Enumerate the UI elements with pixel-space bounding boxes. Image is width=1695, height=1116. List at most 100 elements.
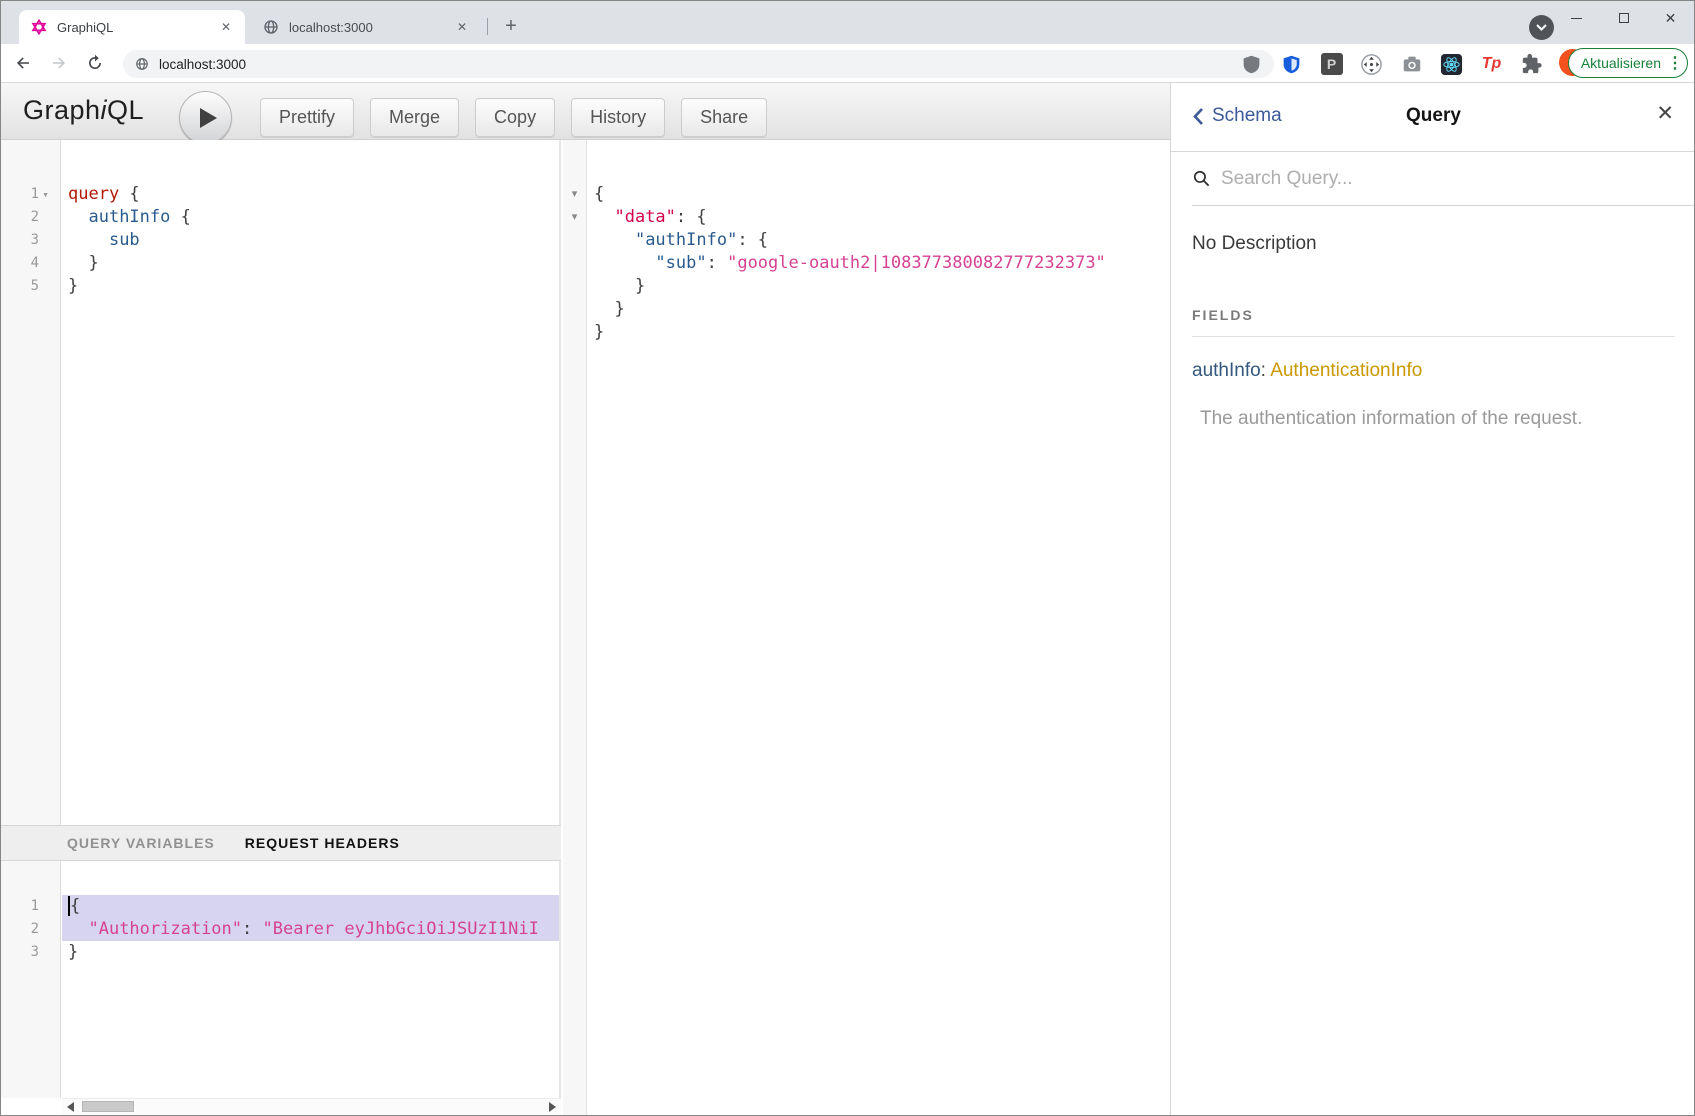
- fold-spacer: [563, 275, 586, 298]
- query-editor-pane[interactable]: 1▾2345 query { authInfo { sub }}: [1, 140, 561, 825]
- code-line: }: [588, 298, 1170, 321]
- graphiql-logo: GraphiQL: [23, 95, 144, 126]
- move-cursor-icon[interactable]: [1359, 52, 1384, 77]
- maximize-button[interactable]: [1600, 1, 1647, 35]
- result-pane[interactable]: ▾▾ { "data": { "authInfo": { "sub": "goo…: [563, 140, 1170, 1116]
- code-line: }: [62, 275, 559, 298]
- new-tab-button[interactable]: +: [498, 14, 524, 40]
- extension-icons: P Tp: [1239, 50, 1544, 78]
- tab-query-variables[interactable]: QUERY VARIABLES: [67, 835, 215, 851]
- tab-close-icon[interactable]: ✕: [217, 18, 235, 36]
- graphiql-toolbar-buttons: Prettify Merge Copy History Share: [260, 98, 767, 137]
- scroll-left-arrow-icon[interactable]: [67, 1102, 74, 1112]
- code-line: sub: [62, 229, 559, 252]
- browser-window: GraphiQL ✕ localhost:3000 ✕ + ✕: [0, 0, 1695, 1116]
- doc-search-row: [1192, 152, 1695, 206]
- query-editor-code[interactable]: query { authInfo { sub }}: [62, 140, 559, 825]
- scrollbar-thumb[interactable]: [82, 1101, 134, 1112]
- fold-spacer: [563, 229, 586, 252]
- doc-field-name-link[interactable]: authInfo: [1192, 360, 1261, 381]
- headers-editor-code[interactable]: { "Authorization": "Bearer eyJhbGciOiJSU…: [62, 861, 559, 1098]
- gutter-line: 1▾: [1, 183, 60, 206]
- tab-graphiql[interactable]: GraphiQL ✕: [19, 10, 245, 44]
- horizontal-scrollbar[interactable]: [62, 1098, 561, 1115]
- back-button[interactable]: [9, 49, 37, 77]
- doc-explorer-header: Schema Query ✕: [1171, 83, 1695, 152]
- gutter-line: 4: [1, 252, 60, 275]
- code-line: "authInfo": {: [588, 229, 1170, 252]
- execute-query-button[interactable]: [179, 91, 232, 144]
- react-devtools-icon[interactable]: [1439, 52, 1464, 77]
- code-line: "data": {: [588, 206, 1170, 229]
- doc-close-icon[interactable]: ✕: [1656, 103, 1674, 124]
- search-icon: [1192, 169, 1211, 188]
- gutter-line: 1: [1, 895, 60, 918]
- code-line: }: [62, 252, 559, 275]
- result-json: { "data": { "authInfo": { "sub": "google…: [588, 140, 1170, 1116]
- chrome-menu-icon[interactable]: ⋮: [1667, 53, 1681, 73]
- code-line: {: [588, 183, 1170, 206]
- bitwarden-icon[interactable]: [1279, 52, 1304, 77]
- globe-icon: [263, 19, 279, 35]
- tab-localhost[interactable]: localhost:3000 ✕: [251, 10, 481, 44]
- prettify-button[interactable]: Prettify: [260, 98, 354, 137]
- merge-button[interactable]: Merge: [370, 98, 459, 137]
- tab-title: localhost:3000: [289, 20, 443, 35]
- address-bar[interactable]: localhost:3000: [123, 50, 1274, 78]
- update-browser-button[interactable]: Aktualisieren ⋮: [1568, 48, 1688, 78]
- window-controls: ✕: [1553, 1, 1694, 35]
- doc-fields-header: FIELDS: [1192, 307, 1675, 323]
- share-button[interactable]: Share: [681, 98, 767, 137]
- headers-editor-gutter: 123: [1, 861, 61, 1098]
- history-button[interactable]: History: [571, 98, 665, 137]
- fold-arrow-icon[interactable]: ▾: [563, 183, 586, 206]
- doc-title: Query: [1171, 105, 1695, 127]
- fold-spacer: [563, 321, 586, 344]
- tab-close-icon[interactable]: ✕: [453, 18, 471, 36]
- update-label: Aktualisieren: [1581, 55, 1661, 71]
- doc-no-description: No Description: [1192, 233, 1675, 255]
- maximize-icon: [1619, 13, 1629, 23]
- code-line: "sub": "google-oauth2|108377380082777232…: [588, 252, 1170, 275]
- minimize-icon: [1571, 18, 1582, 19]
- gutter-line: 2: [1, 206, 60, 229]
- fold-spacer: [563, 252, 586, 275]
- minimize-button[interactable]: [1553, 1, 1600, 35]
- extensions-puzzle-icon[interactable]: [1519, 52, 1544, 77]
- gutter-line: 3: [1, 229, 60, 252]
- fold-spacer: [563, 298, 586, 321]
- doc-explorer-panel: Schema Query ✕ No Description FIELDS aut…: [1170, 83, 1695, 1116]
- gutter-line: 3: [1, 941, 60, 964]
- ublock-icon[interactable]: [1239, 52, 1264, 77]
- doc-field-row: authInfo: AuthenticationInfo: [1192, 360, 1675, 382]
- camera-icon[interactable]: [1399, 52, 1424, 77]
- code-line: }: [588, 275, 1170, 298]
- tab-strip: GraphiQL ✕ localhost:3000 ✕ + ✕: [1, 1, 1694, 44]
- gutter-line: 2: [1, 918, 60, 941]
- copy-button[interactable]: Copy: [475, 98, 555, 137]
- tp-extension-icon[interactable]: Tp: [1479, 52, 1504, 77]
- tab-separator: [487, 18, 488, 35]
- code-line: }: [62, 941, 559, 964]
- close-button[interactable]: ✕: [1647, 1, 1694, 35]
- doc-field-type-link[interactable]: AuthenticationInfo: [1270, 360, 1422, 381]
- request-headers-editor-pane[interactable]: 123 { "Authorization": "Bearer eyJhbGciO…: [1, 861, 561, 1098]
- play-icon: [200, 108, 217, 128]
- doc-fields-divider: [1192, 336, 1675, 337]
- tab-request-headers[interactable]: REQUEST HEADERS: [245, 835, 400, 851]
- p-extension-icon[interactable]: P: [1319, 52, 1344, 77]
- code-line: {: [62, 895, 559, 918]
- gutter-line: 5: [1, 275, 60, 298]
- scroll-right-arrow-icon[interactable]: [549, 1102, 556, 1112]
- code-line: }: [588, 321, 1170, 344]
- fold-arrow-icon[interactable]: ▾: [39, 183, 52, 206]
- reload-button[interactable]: [81, 49, 109, 77]
- forward-button[interactable]: [45, 49, 73, 77]
- fold-arrow-icon[interactable]: ▾: [563, 206, 586, 229]
- chrome-update-chevron-icon[interactable]: [1529, 15, 1554, 40]
- secondary-editor-tabbar: QUERY VARIABLES REQUEST HEADERS: [1, 825, 561, 861]
- graphiql-favicon: [31, 19, 47, 35]
- code-line: authInfo {: [62, 206, 559, 229]
- code-line: query {: [62, 183, 559, 206]
- doc-search-input[interactable]: [1221, 168, 1601, 190]
